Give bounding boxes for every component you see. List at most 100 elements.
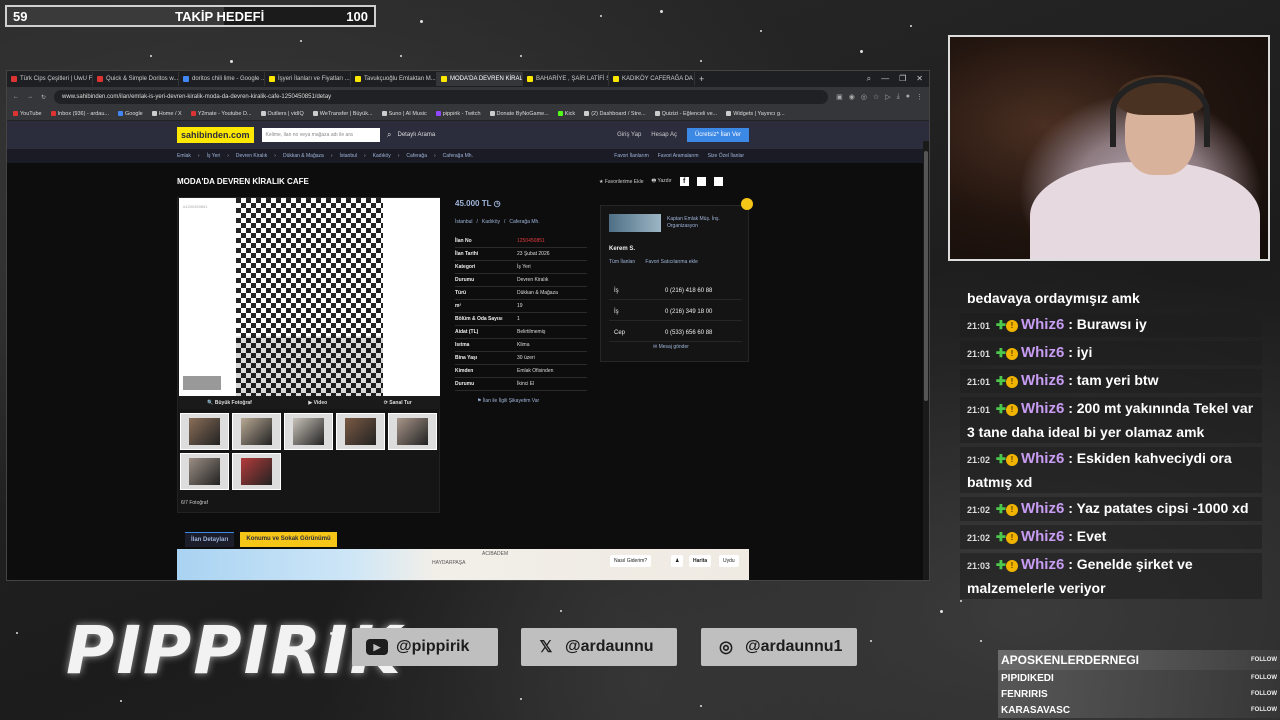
- breadcrumb-item[interactable]: Kadıköy: [373, 153, 391, 159]
- back-icon[interactable]: ←: [13, 94, 19, 100]
- bookmark-item[interactable]: Donate ByNoGame...: [489, 111, 549, 117]
- print-link[interactable]: 🖶 Yazdır: [652, 178, 672, 186]
- bookmark-item[interactable]: Kick: [557, 111, 575, 117]
- close-icon[interactable]: ✕: [916, 74, 923, 84]
- chat-username[interactable]: Whiz6: [1021, 372, 1064, 389]
- browser-tab[interactable]: KADIKÖY CAFERAĞA DA ...: [609, 72, 695, 86]
- browser-tab[interactable]: Türk Cips Çeşitleri | UwU F...: [7, 72, 93, 86]
- seller-link[interactable]: Tüm İlanları: [609, 259, 635, 265]
- tab-location-street-view[interactable]: Konumu ve Sokak Görünümü: [240, 532, 337, 547]
- social-badge[interactable]: ▶ @pippirik: [352, 628, 498, 666]
- bookmark-item[interactable]: Widgets | Yayıncı g...: [726, 111, 785, 117]
- page-scrollbar[interactable]: [923, 141, 929, 580]
- bookmark-item[interactable]: Home / X: [151, 111, 182, 117]
- download-icon[interactable]: ⤓: [897, 93, 900, 101]
- send-message-link[interactable]: ✉ Mesaj gönder: [653, 344, 689, 350]
- favorites-link[interactable]: Size Özel İlanlar: [708, 153, 744, 159]
- site-search-input[interactable]: Kelime, ilan no veya mağaza adı ile ara …: [261, 128, 392, 142]
- bookmark-item[interactable]: (2) Dashboard / Stre...: [584, 111, 646, 117]
- agency-logo[interactable]: [609, 214, 661, 232]
- extension-icon[interactable]: ▣: [836, 93, 843, 101]
- satellite-view-button[interactable]: Uydu: [719, 555, 739, 567]
- bookmark-item[interactable]: YouTube: [13, 111, 42, 117]
- chat-username[interactable]: Whiz6: [1021, 528, 1064, 545]
- bookmark-star-icon[interactable]: ☆: [873, 93, 879, 101]
- browser-tab[interactable]: İşyeri İlanları ve Fiyatları ...: [265, 72, 351, 86]
- seller-link[interactable]: Favori Satıcılarıma ekle: [645, 259, 698, 265]
- map-view-button[interactable]: Harita: [689, 555, 712, 567]
- breadcrumb-item[interactable]: Caferağa: [406, 153, 427, 159]
- street-view-icon[interactable]: ♟: [671, 555, 684, 567]
- complain-link[interactable]: ⚑ İlan ile İlgili Şikayetim Var: [477, 398, 539, 404]
- photo-thumbnail[interactable]: [232, 453, 281, 490]
- site-logo[interactable]: sahibinden.com: [177, 127, 254, 143]
- browser-tab[interactable]: MODA'DA DEVREN KİRAL...: [437, 72, 523, 86]
- menu-icon[interactable]: ⋮: [916, 93, 923, 101]
- breadcrumb-item[interactable]: Devren Kiralık: [236, 153, 267, 159]
- breadcrumb-item[interactable]: Dükkan & Mağaza: [283, 153, 324, 159]
- extension-icon[interactable]: ▷: [885, 93, 890, 101]
- breadcrumb-item[interactable]: Caferağa Mh.: [443, 153, 473, 159]
- reload-icon[interactable]: ↻: [41, 94, 46, 101]
- search-tabs-icon[interactable]: ⌕: [867, 74, 871, 84]
- add-favorite-link[interactable]: ★ Favorilerime Ekle: [599, 179, 644, 185]
- chat-username[interactable]: Whiz6: [1021, 556, 1064, 573]
- main-photo[interactable]: #1250450851: [179, 198, 440, 396]
- photo-tab[interactable]: 🔍 Büyük Fotoğraf: [207, 400, 252, 406]
- photo-tab[interactable]: ▶ Video: [308, 400, 327, 406]
- register-link[interactable]: Hesap Aç: [651, 132, 677, 138]
- chat-username[interactable]: Whiz6: [1021, 316, 1064, 333]
- new-tab-button[interactable]: +: [695, 74, 708, 84]
- bookmark-item[interactable]: Y2mate - Youtube D...: [190, 111, 252, 117]
- extension-icon[interactable]: ◉: [849, 93, 855, 101]
- phone-number[interactable]: 0 (533) 656 60 88: [665, 330, 712, 336]
- location-link[interactable]: Caferağa Mh.: [509, 219, 539, 225]
- photo-thumbnail[interactable]: [336, 413, 385, 450]
- bookmark-item[interactable]: Quizizi - Eğlenceli ve...: [654, 111, 717, 117]
- search-icon[interactable]: ⌕: [387, 130, 391, 140]
- twitter-share-icon[interactable]: [696, 177, 706, 186]
- directions-button[interactable]: Nasıl Giderim?: [610, 555, 652, 567]
- forward-icon[interactable]: →: [27, 94, 33, 100]
- bookmark-item[interactable]: Inbox (936) - ardau...: [50, 111, 109, 117]
- bookmark-item[interactable]: pippirik - Twitch: [435, 111, 481, 117]
- photo-thumbnail[interactable]: [232, 413, 281, 450]
- tab-listing-details[interactable]: İlan Detayları: [185, 532, 235, 547]
- social-badge[interactable]: 𝕏 @ardaunnu: [521, 628, 677, 666]
- bookmark-item[interactable]: Outliers | vidIQ: [260, 111, 304, 117]
- photo-thumbnail[interactable]: [180, 453, 229, 490]
- profile-icon[interactable]: ●: [906, 93, 910, 101]
- photo-thumbnail[interactable]: [284, 413, 333, 450]
- favorites-link[interactable]: Favori İlanlarım: [614, 153, 648, 159]
- bookmark-item[interactable]: WeTransfer | Büyük...: [312, 111, 373, 117]
- browser-tab[interactable]: Quick & Simple Doritos w...: [93, 72, 179, 86]
- browser-tab[interactable]: doritos chili lime - Google ...: [179, 72, 265, 86]
- chat-username[interactable]: Whiz6: [1021, 344, 1064, 361]
- phone-number[interactable]: 0 (216) 349 18 00: [665, 309, 712, 315]
- breadcrumb-item[interactable]: Emlak: [177, 153, 191, 159]
- browser-tab[interactable]: BAHARİYE , ŞAİR LATİFİ S...: [523, 72, 609, 86]
- browser-tab[interactable]: Tavukçuoğlu Emlaktan M...: [351, 72, 437, 86]
- maximize-icon[interactable]: ❐: [899, 74, 906, 84]
- breadcrumb-item[interactable]: İstanbul: [339, 153, 357, 159]
- minimize-icon[interactable]: —: [881, 74, 889, 84]
- detailed-search-link[interactable]: Detaylı Arama: [398, 132, 436, 138]
- chat-username[interactable]: Whiz6: [1021, 450, 1064, 467]
- photo-tab[interactable]: ⟳ Sanal Tur: [384, 400, 412, 406]
- facebook-share-icon[interactable]: f: [679, 177, 689, 186]
- login-link[interactable]: Giriş Yap: [617, 132, 641, 138]
- location-link[interactable]: İstanbul: [455, 219, 473, 225]
- location-link[interactable]: Kadıköy: [482, 219, 500, 225]
- email-share-icon[interactable]: [713, 177, 723, 186]
- post-ad-button[interactable]: Ücretsiz* İlan Ver: [686, 128, 749, 142]
- location-map[interactable]: ACIBADEM HAYDARPAŞA Nasıl Giderim? ♟ Har…: [177, 549, 749, 580]
- phone-number[interactable]: 0 (216) 418 60 88: [665, 288, 712, 294]
- extension-icon[interactable]: ◎: [861, 93, 867, 101]
- bookmark-item[interactable]: Google: [118, 111, 143, 117]
- chat-username[interactable]: Whiz6: [1021, 400, 1064, 417]
- social-badge[interactable]: ◎ @ardaunnu1: [701, 628, 857, 666]
- agency-name[interactable]: Kaptan Emlak Müş. İnş. Organizasyon: [667, 216, 745, 230]
- bookmark-item[interactable]: Suno | AI Music: [381, 111, 427, 117]
- photo-thumbnail[interactable]: [180, 413, 229, 450]
- favorites-link[interactable]: Favori Aramalarım: [658, 153, 699, 159]
